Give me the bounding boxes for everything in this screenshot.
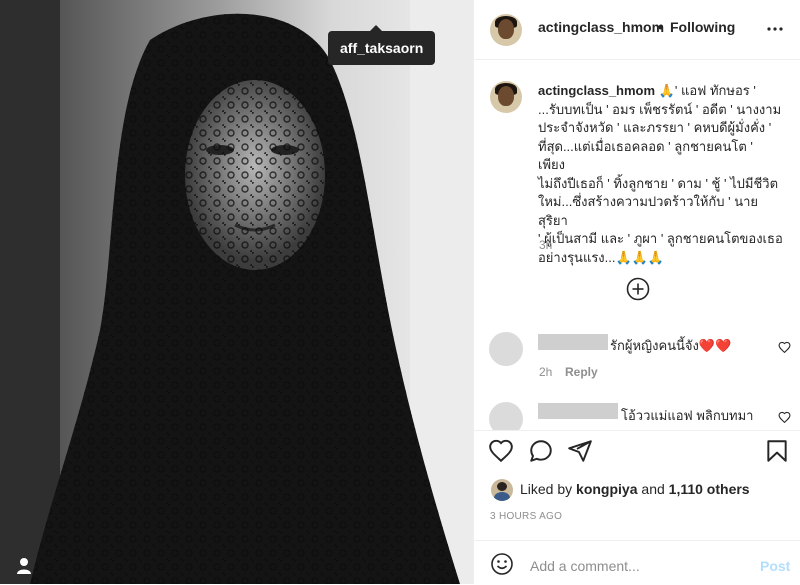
person-icon[interactable] [14, 556, 34, 576]
comment-time[interactable]: 2h [539, 365, 552, 379]
smile-icon[interactable] [490, 552, 514, 576]
post-header: actingclass_hmom • Following [474, 0, 800, 60]
post-comment-button[interactable]: Post [760, 558, 790, 574]
plus-circle-icon[interactable] [626, 277, 650, 301]
following-button[interactable]: Following [670, 19, 735, 35]
photo-image [0, 0, 473, 584]
comment-icon[interactable] [528, 438, 554, 464]
likes-middle: and [637, 481, 669, 497]
photo-user-tag[interactable]: aff_taksaorn [328, 25, 436, 65]
caption-username[interactable]: actingclass_hmom [538, 83, 655, 98]
commenter-username-redacted[interactable] [538, 334, 608, 350]
send-icon[interactable] [567, 438, 593, 464]
caption-text: 🙏' แอฟ ทักษอร ' ...รับบทเป็น ' อมร เพ็ชร… [538, 83, 783, 265]
commenter-avatar[interactable] [489, 402, 523, 430]
comment-input[interactable]: Add a comment... [530, 558, 640, 574]
comments-scroll-area[interactable]: actingclass_hmom 🙏' แอฟ ทักษอร ' ...รับบ… [474, 60, 800, 430]
more-horizontal-icon[interactable] [766, 20, 784, 38]
heart-icon[interactable] [778, 411, 791, 424]
caption-text-block: actingclass_hmom 🙏' แอฟ ทักษอร ' ...รับบ… [538, 82, 783, 267]
post-timestamp[interactable]: 3 HOURS AGO [490, 511, 562, 522]
post-photo[interactable]: aff_taksaorn [0, 0, 473, 584]
heart-icon[interactable] [488, 438, 514, 464]
caption-time[interactable]: 3h [539, 238, 552, 252]
author-username[interactable]: actingclass_hmom [538, 19, 664, 35]
likes-count[interactable]: 1,110 others [669, 481, 750, 497]
liker-username[interactable]: kongpiya [576, 481, 637, 497]
comment-text: โอ้ววแม่แอฟ พลิกบทมา [621, 408, 754, 423]
likes-prefix: Liked by [520, 481, 577, 497]
post-actions [474, 430, 800, 463]
reply-button[interactable]: Reply [565, 365, 598, 379]
bookmark-icon[interactable] [764, 438, 790, 464]
commenter-avatar[interactable] [489, 332, 523, 366]
likes-summary: Liked by kongpiya and 1,110 others [520, 481, 750, 497]
comment-bar: Add a comment... Post [474, 540, 800, 585]
caption-avatar[interactable] [490, 81, 522, 113]
author-avatar[interactable] [490, 14, 522, 46]
commenter-username-redacted[interactable] [538, 403, 618, 419]
comment-text: รักผู้หญิงคนนี้จัง❤️❤️ [610, 338, 732, 353]
post-side-panel: actingclass_hmom • Following actingclass… [473, 0, 800, 584]
heart-icon[interactable] [778, 341, 791, 354]
liker-avatar[interactable] [491, 479, 513, 501]
separator-dot: • [658, 19, 663, 35]
